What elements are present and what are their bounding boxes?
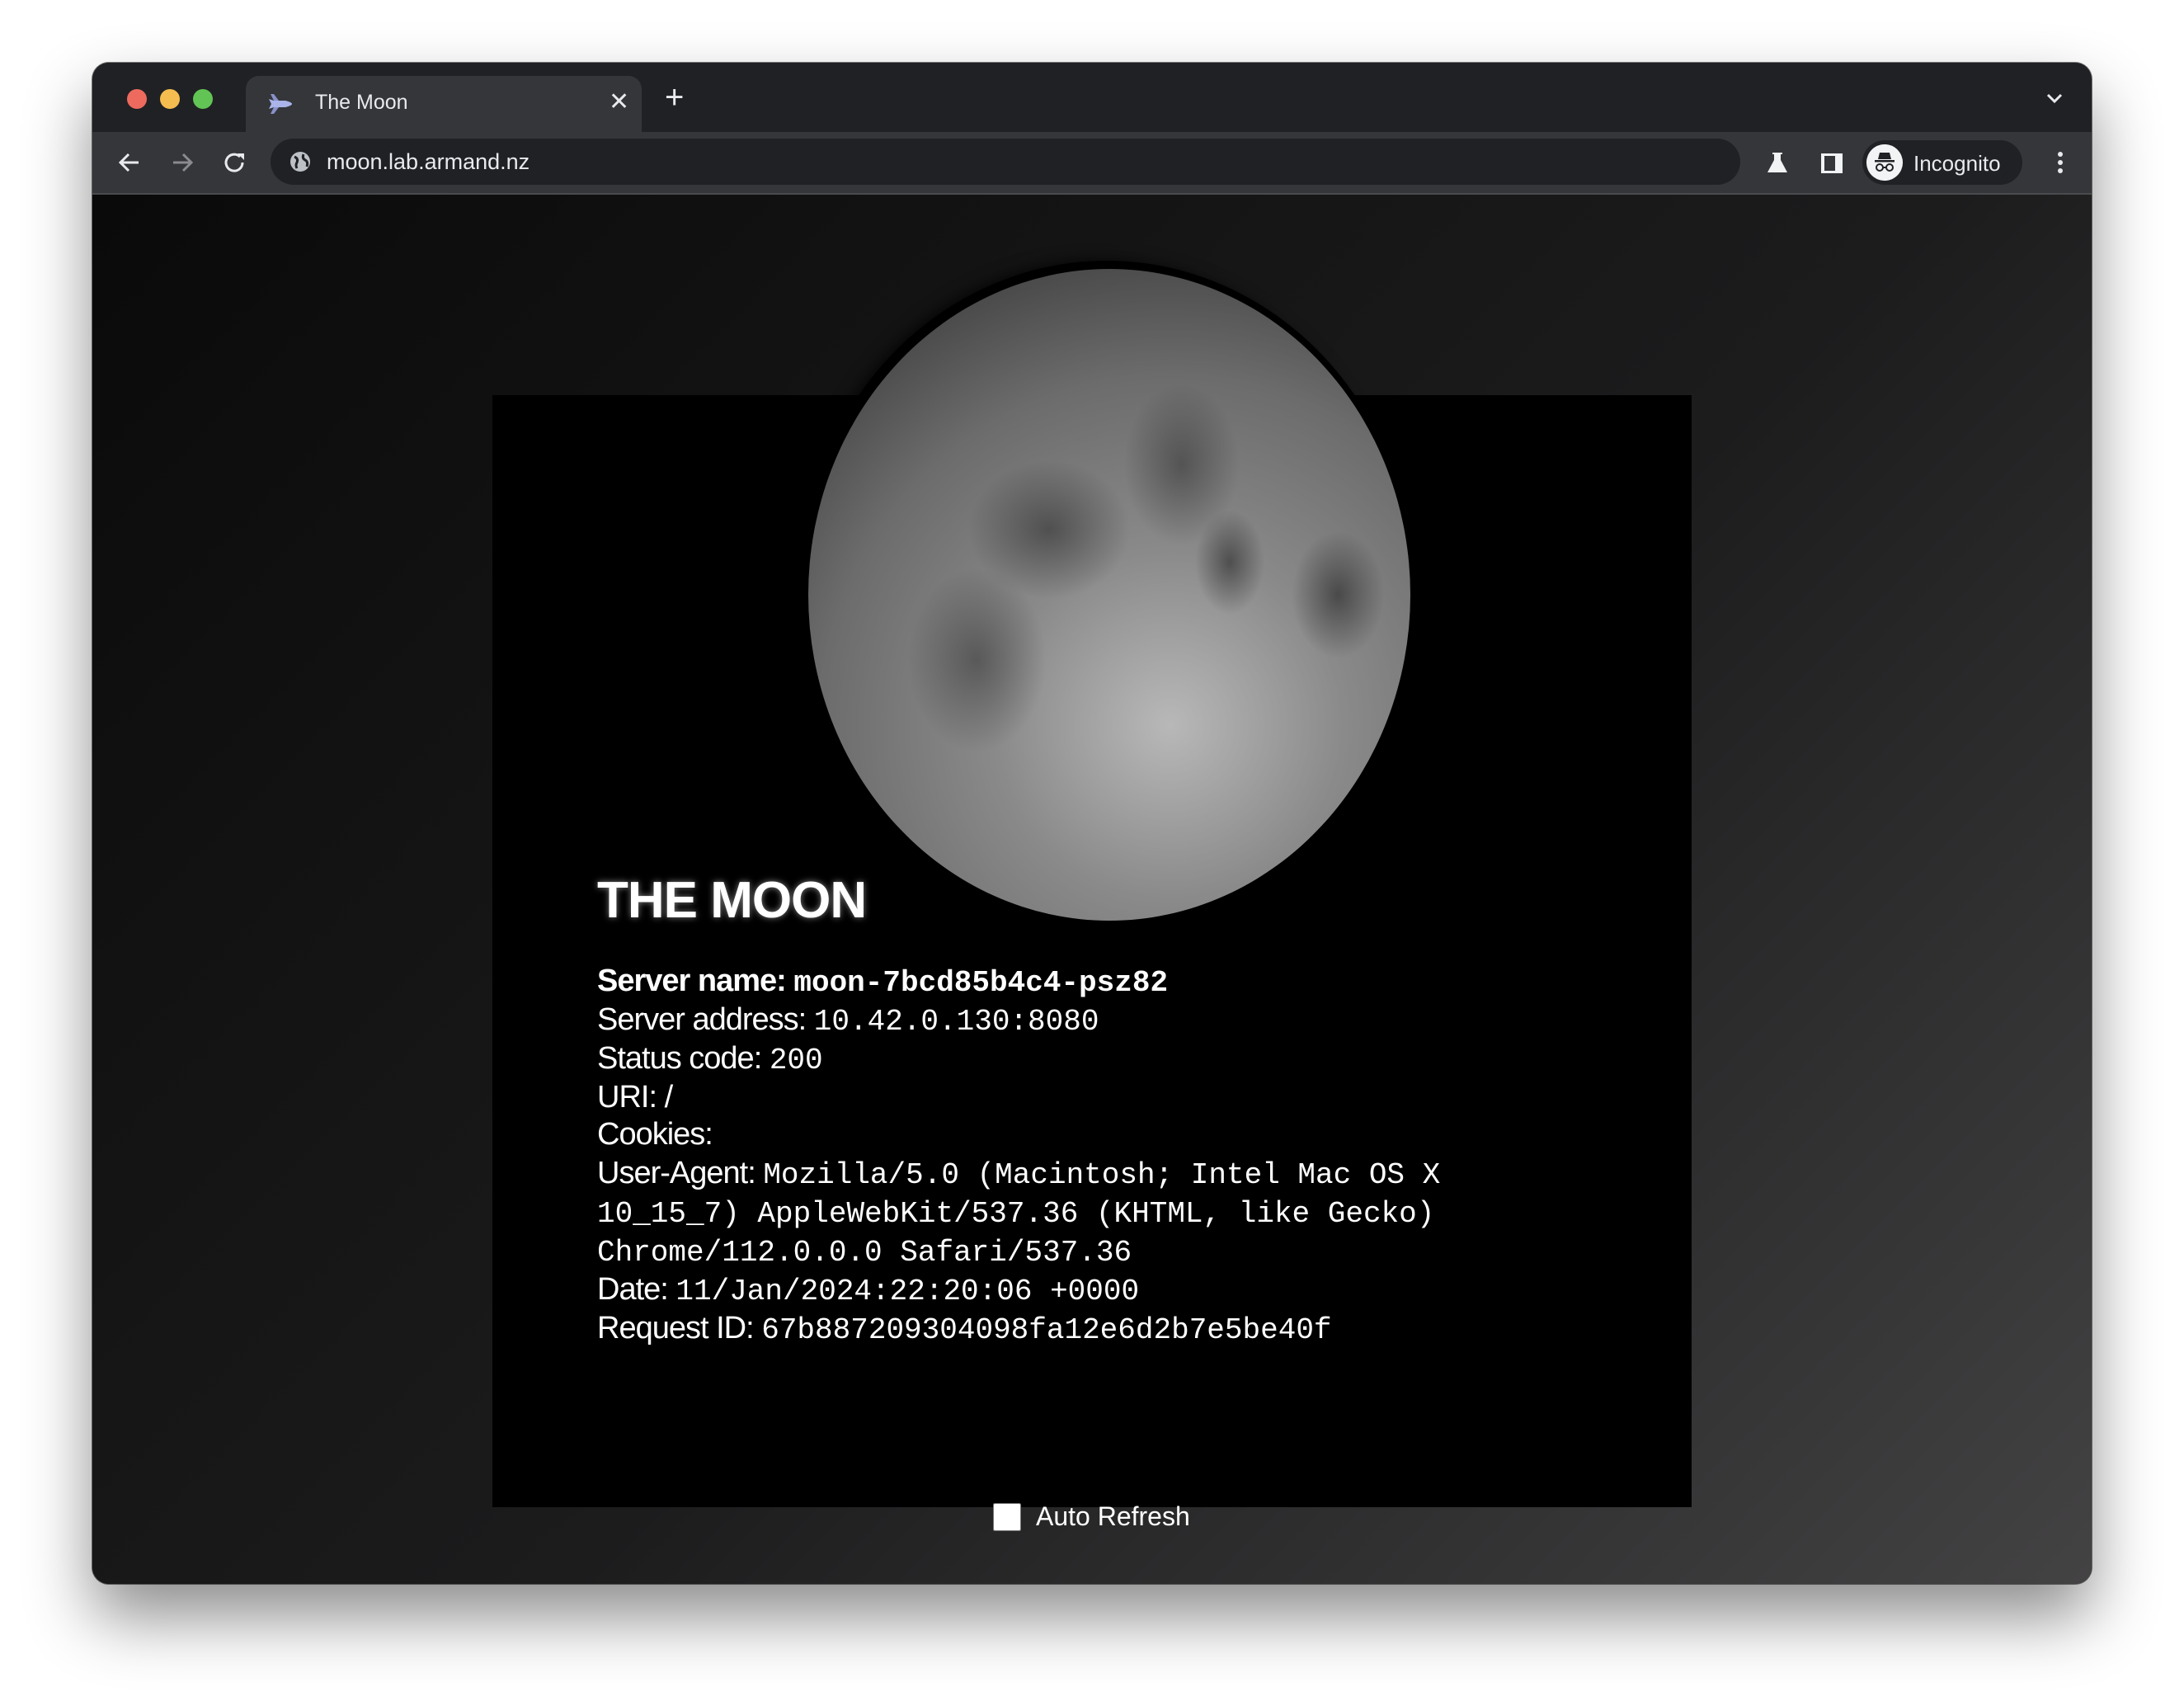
uri-row: URI: / — [597, 1079, 1504, 1116]
side-panel-icon[interactable] — [1816, 147, 1847, 178]
window-maximize-button[interactable] — [193, 89, 213, 109]
date-value: 11/Jan/2024:22:20:06 +0000 — [675, 1275, 1140, 1308]
server-info: THE MOON Server name: moon-7bcd85b4c4-ps… — [597, 871, 1504, 1349]
user-agent-row: User-Agent: Mozilla/5.0 (Macintosh; Inte… — [597, 1155, 1504, 1271]
status-code-row: Status code: 200 — [597, 1040, 1504, 1079]
globe-icon[interactable] — [289, 150, 312, 173]
kebab-menu-icon[interactable] — [2052, 147, 2069, 178]
tab-strip: The Moon ✕ + — [92, 63, 2092, 132]
field-label: Server address: — [597, 1002, 807, 1037]
server-name-row: Server name: moon-7bcd85b4c4-psz82 — [597, 963, 1504, 1001]
url-text[interactable]: moon.lab.armand.nz — [327, 149, 530, 175]
page-title: THE MOON — [597, 872, 867, 929]
plus-icon: + — [665, 79, 685, 115]
browser-window: The Moon ✕ + moon.lab.armand.nz Incognit… — [92, 63, 2092, 1584]
request-id-row: Request ID: 67b887209304098fa12e6d2b7e5b… — [597, 1310, 1504, 1349]
server-address-row: Server address: 10.42.0.130:8080 — [597, 1001, 1504, 1040]
status-code-value: 200 — [769, 1044, 823, 1077]
field-label: Cookies: — [597, 1117, 713, 1152]
field-label: Server name: — [597, 964, 787, 998]
incognito-icon — [1866, 144, 1903, 181]
field-label: Date: — [597, 1272, 669, 1307]
back-button[interactable] — [114, 147, 145, 178]
field-label: Status code: — [597, 1041, 762, 1076]
field-label: User-Agent: — [597, 1156, 756, 1190]
moon-image — [808, 269, 1410, 921]
tab-the-moon[interactable]: The Moon ✕ — [246, 76, 642, 132]
chevron-down-icon[interactable] — [2044, 87, 2065, 109]
field-label: Request ID: — [597, 1311, 755, 1345]
uri-value: / — [664, 1080, 674, 1115]
window-minimize-button[interactable] — [160, 89, 180, 109]
tab-title: The Moon — [315, 91, 408, 114]
field-label: URI: — [597, 1080, 657, 1115]
space-shuttle-icon — [269, 94, 292, 114]
auto-refresh-label: Auto Refresh — [1036, 1501, 1190, 1531]
date-row: Date: 11/Jan/2024:22:20:06 +0000 — [597, 1271, 1504, 1310]
auto-refresh-checkbox[interactable] — [993, 1502, 1021, 1531]
address-bar[interactable]: moon.lab.armand.nz — [271, 139, 1740, 185]
auto-refresh-toggle[interactable]: Auto Refresh — [993, 1501, 1190, 1532]
page-content: THE MOON Server name: moon-7bcd85b4c4-ps… — [92, 195, 2092, 1584]
reload-button[interactable] — [219, 147, 251, 178]
forward-button[interactable] — [167, 147, 198, 178]
request-id-value: 67b887209304098fa12e6d2b7e5be40f — [761, 1313, 1332, 1347]
flask-icon[interactable] — [1762, 147, 1793, 178]
server-name-value: moon-7bcd85b4c4-psz82 — [793, 966, 1169, 1000]
incognito-profile-button[interactable]: Incognito — [1862, 140, 2022, 185]
close-icon[interactable]: ✕ — [609, 87, 629, 116]
server-address-value: 10.42.0.130:8080 — [813, 1005, 1099, 1039]
incognito-label: Incognito — [1913, 151, 2001, 176]
new-tab-button[interactable]: + — [665, 81, 684, 114]
window-close-button[interactable] — [127, 89, 147, 109]
toolbar: moon.lab.armand.nz Incognito — [92, 132, 2092, 195]
cookies-row: Cookies: — [597, 1116, 1504, 1155]
